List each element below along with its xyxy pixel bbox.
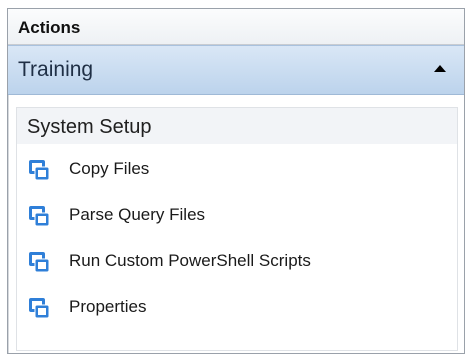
panel-header: Actions	[8, 9, 464, 45]
action-run-custom-powershell-scripts[interactable]: Run Custom PowerShell Scripts	[17, 240, 457, 286]
action-window-icon	[29, 298, 50, 319]
action-window-icon	[29, 160, 50, 181]
action-label: Copy Files	[69, 159, 150, 178]
section-header-training[interactable]: Training	[8, 45, 464, 95]
action-label: Run Custom PowerShell Scripts	[69, 251, 311, 270]
group-title: System Setup	[27, 116, 152, 138]
collapse-arrow-icon[interactable]	[434, 65, 446, 72]
action-window-icon	[29, 206, 50, 227]
action-label: Properties	[69, 297, 147, 316]
action-properties[interactable]: Properties	[17, 286, 457, 332]
action-group: System Setup Copy Files Parse Query File…	[16, 107, 458, 351]
section-title: Training	[18, 58, 94, 81]
action-copy-files[interactable]: Copy Files	[17, 148, 457, 194]
actions-pane: Actions Training System Setup Copy Files	[7, 8, 465, 354]
panel-title: Actions	[18, 18, 81, 37]
group-header: System Setup	[17, 108, 457, 144]
action-parse-query-files[interactable]: Parse Query Files	[17, 194, 457, 240]
action-window-icon	[29, 252, 50, 273]
action-label: Parse Query Files	[69, 205, 206, 224]
